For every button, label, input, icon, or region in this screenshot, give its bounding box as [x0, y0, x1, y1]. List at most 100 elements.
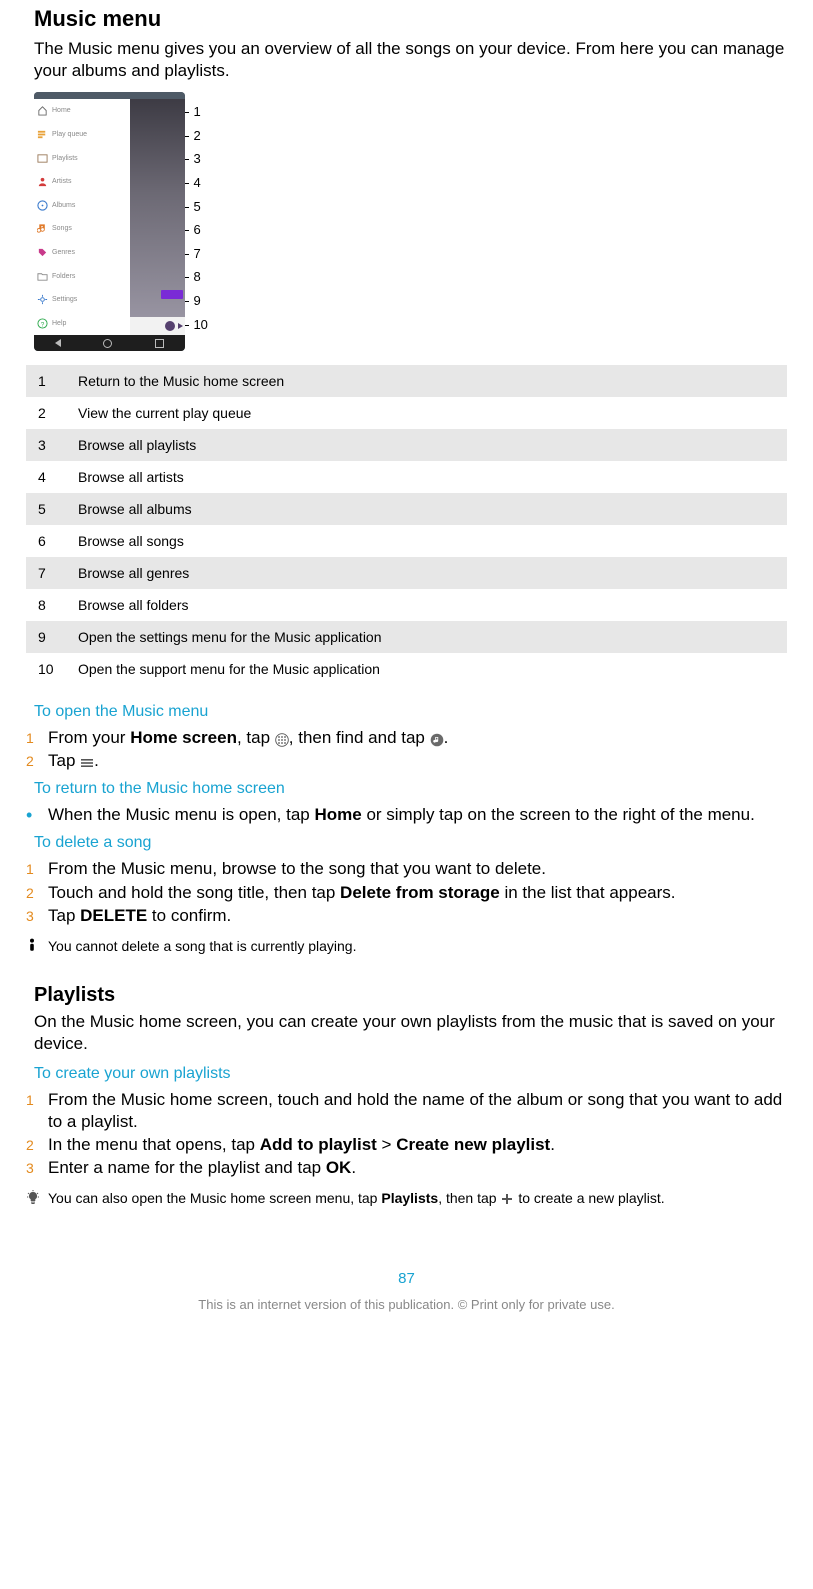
- subheading-create-playlist: To create your own playlists: [26, 1065, 787, 1083]
- drawer-label: Albums: [52, 202, 75, 209]
- table-row: 5Browse all albums: [26, 493, 787, 525]
- ref-num: 1: [26, 365, 72, 397]
- table-row: 7Browse all genres: [26, 557, 787, 589]
- callout-number: 4: [185, 171, 207, 195]
- ref-text: Browse all folders: [72, 589, 787, 621]
- ref-text: Open the support menu for the Music appl…: [72, 653, 787, 685]
- steps-return-home: •When the Music menu is open, tap Home o…: [26, 804, 787, 826]
- subheading-return-home: To return to the Music home screen: [26, 780, 787, 798]
- callout-number: 3: [185, 147, 207, 171]
- artists-icon: [37, 176, 48, 187]
- table-row: 3Browse all playlists: [26, 429, 787, 461]
- callout-number: 10: [185, 313, 207, 337]
- back-icon: [55, 339, 61, 347]
- mini-player: [130, 317, 185, 335]
- step-text: From your Home screen, tap , then find a…: [48, 727, 787, 749]
- ref-text: Browse all albums: [72, 493, 787, 525]
- tip-text: You can also open the Music home screen …: [48, 1189, 787, 1208]
- ref-num: 8: [26, 589, 72, 621]
- home-icon: [37, 105, 48, 116]
- note-warning: You cannot delete a song that is current…: [26, 937, 787, 956]
- drawer-label: Settings: [52, 296, 77, 303]
- songs-icon: [37, 223, 48, 234]
- ref-text: View the current play queue: [72, 397, 787, 429]
- ref-text: Browse all playlists: [72, 429, 787, 461]
- step-text: From the Music menu, browse to the song …: [48, 858, 787, 880]
- svg-text:?: ?: [41, 321, 45, 328]
- callout-number: 5: [185, 195, 207, 219]
- step-text: Tap .: [48, 750, 787, 772]
- home-nav-icon: [103, 339, 112, 348]
- ref-num: 2: [26, 397, 72, 429]
- ref-text: Open the settings menu for the Music app…: [72, 621, 787, 653]
- callout-number: 1: [185, 100, 207, 124]
- albums-icon: [37, 200, 48, 211]
- page-number: 87: [26, 1270, 787, 1287]
- note-text: You cannot delete a song that is current…: [48, 937, 787, 956]
- reference-table: 1Return to the Music home screen 2View t…: [26, 365, 787, 685]
- android-nav-bar: [34, 335, 185, 351]
- steps-open-menu: 1From your Home screen, tap , then find …: [26, 727, 787, 772]
- subheading-open-menu: To open the Music menu: [26, 703, 787, 721]
- playlists-intro: On the Music home screen, you can create…: [26, 1011, 787, 1055]
- drawer-label: Home: [52, 107, 71, 114]
- figure-music-menu: Home Play queue Playlists Artists Albums…: [26, 92, 787, 351]
- phone-mock: Home Play queue Playlists Artists Albums…: [34, 92, 185, 351]
- music-app-icon: [430, 731, 444, 745]
- drawer-label: Songs: [52, 225, 72, 232]
- drawer-label: Help: [52, 320, 66, 327]
- table-row: 1Return to the Music home screen: [26, 365, 787, 397]
- ref-num: 5: [26, 493, 72, 525]
- ref-text: Browse all genres: [72, 557, 787, 589]
- steps-delete-song: 1From the Music menu, browse to the song…: [26, 858, 787, 926]
- steps-create-playlist: 1From the Music home screen, touch and h…: [26, 1089, 787, 1179]
- step-text: When the Music menu is open, tap Home or…: [48, 804, 787, 826]
- step-text: In the menu that opens, tap Add to playl…: [48, 1134, 787, 1156]
- ref-text: Browse all songs: [72, 525, 787, 557]
- folders-icon: [37, 271, 48, 282]
- callout-number: 6: [185, 218, 207, 242]
- help-icon: ?: [37, 318, 48, 329]
- subheading-delete-song: To delete a song: [26, 834, 787, 852]
- table-row: 10Open the support menu for the Music ap…: [26, 653, 787, 685]
- ref-num: 10: [26, 653, 72, 685]
- drawer-label: Playlists: [52, 155, 78, 162]
- drawer-label: Play queue: [52, 131, 87, 138]
- section-title-music-menu: Music menu: [26, 6, 787, 32]
- figure-callouts: 1 2 3 4 5 6 7 8 9 10: [185, 92, 207, 336]
- drawer-label: Artists: [52, 178, 71, 185]
- callout-number: 8: [185, 265, 207, 289]
- ref-num: 7: [26, 557, 72, 589]
- warning-icon: [26, 937, 48, 952]
- table-row: 2View the current play queue: [26, 397, 787, 429]
- apps-grid-icon: [275, 731, 289, 745]
- tip-icon: [26, 1189, 48, 1206]
- table-row: 4Browse all artists: [26, 461, 787, 493]
- step-text: Enter a name for the playlist and tap OK…: [48, 1157, 787, 1179]
- ref-num: 3: [26, 429, 72, 461]
- plus-icon: [500, 1192, 514, 1206]
- ref-text: Browse all artists: [72, 461, 787, 493]
- playlists-icon: [37, 153, 48, 164]
- phone-drawer: Home Play queue Playlists Artists Albums…: [34, 99, 130, 335]
- genres-icon: [37, 247, 48, 258]
- section-title-playlists: Playlists: [26, 984, 787, 1007]
- open-badge: [161, 290, 183, 299]
- drawer-label: Genres: [52, 249, 75, 256]
- phone-background: [130, 99, 185, 335]
- hamburger-icon: [80, 754, 94, 768]
- settings-icon: [37, 294, 48, 305]
- callout-number: 7: [185, 242, 207, 266]
- footer-text: This is an internet version of this publ…: [26, 1297, 787, 1312]
- ref-num: 9: [26, 621, 72, 653]
- queue-icon: [37, 129, 48, 140]
- callout-number: 2: [185, 124, 207, 148]
- table-row: 8Browse all folders: [26, 589, 787, 621]
- ref-num: 4: [26, 461, 72, 493]
- ref-text: Return to the Music home screen: [72, 365, 787, 397]
- recents-icon: [155, 339, 164, 348]
- step-text: From the Music home screen, touch and ho…: [48, 1089, 787, 1133]
- note-tip: You can also open the Music home screen …: [26, 1189, 787, 1208]
- section-intro: The Music menu gives you an overview of …: [26, 38, 787, 82]
- table-row: 6Browse all songs: [26, 525, 787, 557]
